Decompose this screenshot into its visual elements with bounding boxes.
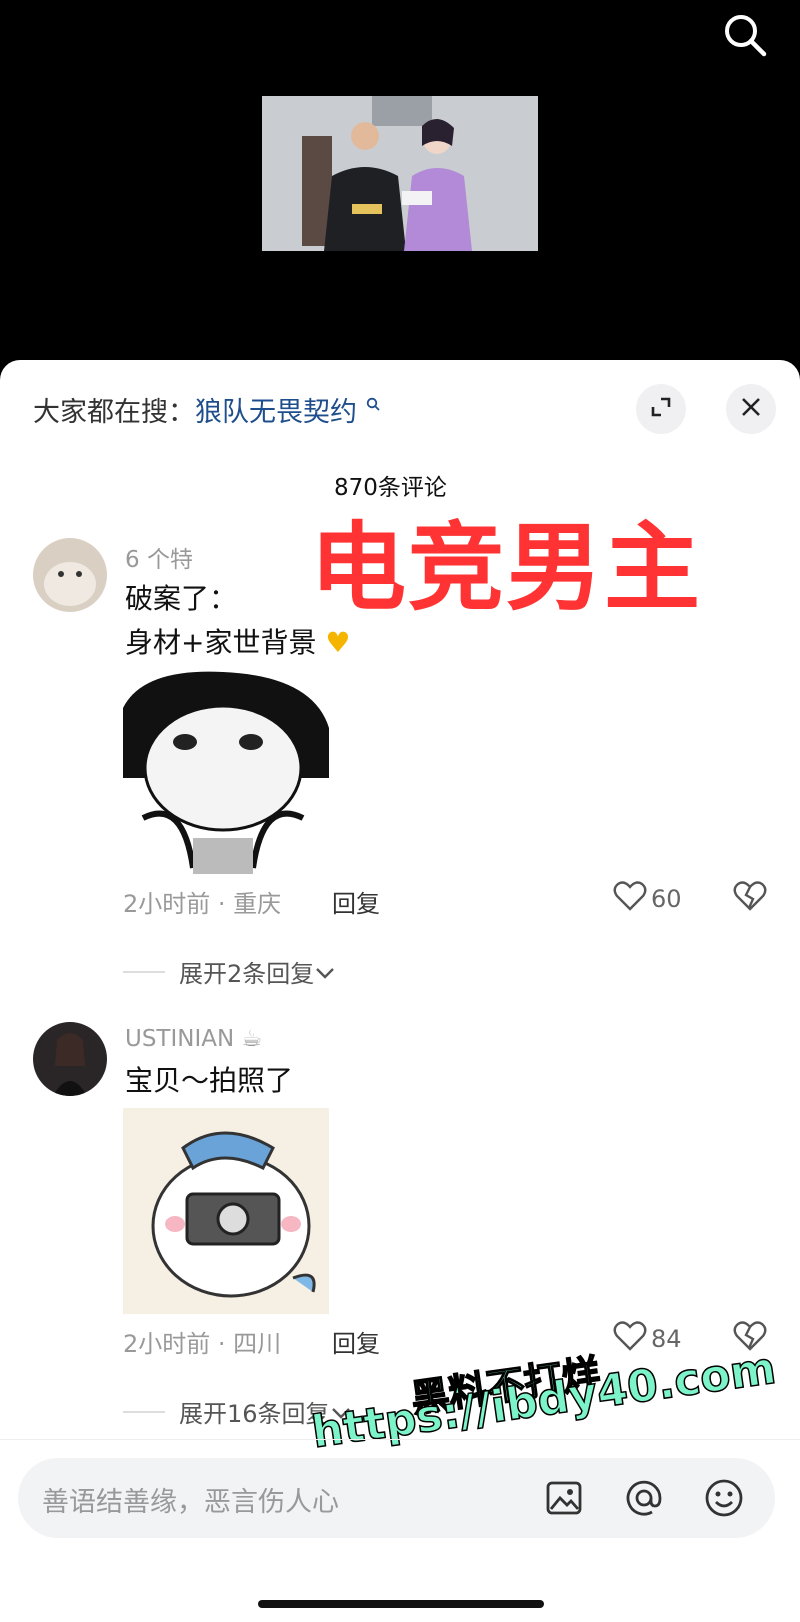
comment-meta: 2小时前 · 重庆 xyxy=(123,890,282,918)
at-icon[interactable] xyxy=(622,1476,666,1520)
comment-text-span: 身材+家世背景 xyxy=(125,626,317,659)
comment-text-line: 破案了： xyxy=(125,582,238,615)
dislike-icon xyxy=(733,880,767,918)
hot-search-banner[interactable]: 大家都在搜：狼队无畏契约 xyxy=(33,390,380,429)
chevron-down-icon xyxy=(314,958,336,986)
expand-label: 展开2条回复 xyxy=(179,960,315,988)
finger-heart-emoji: ♥ xyxy=(316,626,351,659)
hot-search-prefix: 大家都在搜： xyxy=(33,397,195,428)
sticker-image[interactable] xyxy=(123,668,329,874)
hot-search-keyword[interactable]: 狼队无畏契约 xyxy=(195,397,357,428)
divider-line xyxy=(123,1410,165,1413)
comment-text: 宝贝～拍照了 xyxy=(125,1064,294,1097)
avatar[interactable] xyxy=(33,1022,107,1096)
like-count: 60 xyxy=(651,885,682,913)
close-button[interactable] xyxy=(726,384,776,434)
comment-text-line: 身材+家世背景 ♥ xyxy=(125,621,350,665)
like-count: 84 xyxy=(651,1325,682,1353)
username-text: USTINIAN xyxy=(125,1026,235,1052)
expand-label: 展开16条回复 xyxy=(179,1400,330,1428)
avatar[interactable] xyxy=(33,538,107,612)
search-icon xyxy=(366,397,380,411)
comment-text: 破案了： 身材+家世背景 ♥ xyxy=(125,577,350,665)
heart-icon xyxy=(613,880,647,918)
image-icon[interactable] xyxy=(542,1476,586,1520)
divider-line xyxy=(123,970,165,973)
comment-username[interactable]: USTINIAN ☕ xyxy=(125,1026,262,1052)
coffee-emoji: ☕ xyxy=(234,1026,263,1052)
comment-input-bar[interactable]: 善语结善缘，恶言伤人心 xyxy=(18,1458,775,1538)
home-indicator xyxy=(258,1600,544,1608)
comment-meta: 2小时前 · 四川 xyxy=(123,1330,282,1358)
comment-username[interactable]: 6 个特 xyxy=(125,540,193,574)
input-divider xyxy=(0,1439,800,1440)
search-icon[interactable] xyxy=(720,10,770,60)
close-icon xyxy=(740,396,762,422)
sticker-image[interactable] xyxy=(123,1108,329,1314)
reply-button[interactable]: 回复 xyxy=(332,884,380,919)
video-thumbnail[interactable] xyxy=(262,96,538,251)
overlay-title: 电竞男主 xyxy=(310,512,702,624)
heart-icon xyxy=(613,1320,647,1358)
dislike-button[interactable] xyxy=(733,880,767,918)
fullscreen-button[interactable] xyxy=(636,384,686,434)
fullscreen-icon xyxy=(649,395,673,423)
like-button[interactable]: 84 xyxy=(613,1320,682,1358)
video-area[interactable] xyxy=(0,0,800,360)
like-button[interactable]: 60 xyxy=(613,880,682,918)
emoji-icon[interactable] xyxy=(702,1476,746,1520)
reply-button[interactable]: 回复 xyxy=(332,1324,380,1359)
comment-input-placeholder[interactable]: 善语结善缘，恶言伤人心 xyxy=(42,1480,339,1519)
expand-replies[interactable]: 展开2条回复 xyxy=(123,954,336,989)
